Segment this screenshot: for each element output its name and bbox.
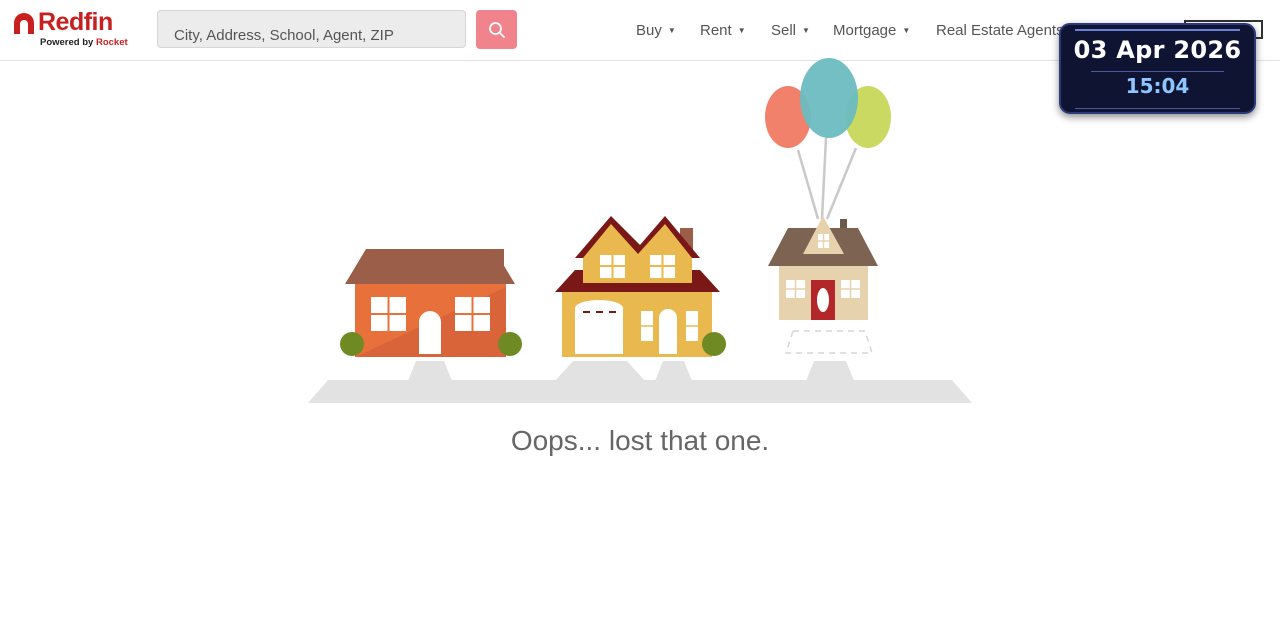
nav-buy-label: Buy <box>636 22 662 39</box>
search-field-container <box>157 10 466 48</box>
clock-date: 03 Apr 2026 <box>1073 36 1242 64</box>
nav-real-estate-agents[interactable]: Real Estate Agents <box>936 22 1064 39</box>
redfin-logo-mark-icon <box>14 13 34 34</box>
chevron-down-icon: ▼ <box>802 26 810 35</box>
chevron-down-icon: ▼ <box>667 26 676 35</box>
nav-rent-label: Rent <box>700 22 732 39</box>
nav-agents-label: Real Estate Agents <box>936 22 1064 39</box>
chevron-down-icon: ▼ <box>902 26 911 35</box>
lost-houses-illustration <box>308 58 972 403</box>
search-button[interactable] <box>476 10 517 49</box>
tagline-prefix: Powered by <box>40 37 94 48</box>
brand-name: Redfin <box>38 8 113 36</box>
yellow-house-illustration <box>555 216 726 357</box>
date-time-overlay: 03 Apr 2026 15:04 <box>1059 23 1256 114</box>
search-input[interactable] <box>158 11 465 47</box>
clock-bottom-rule <box>1075 108 1240 109</box>
error-message: Oops... lost that one. <box>510 425 770 456</box>
brand-tagline: Powered by Rocket <box>40 37 128 48</box>
floating-house-illustration <box>765 58 891 354</box>
nav-sell-label: Sell <box>771 22 797 39</box>
clock-time: 15:04 <box>1125 74 1190 98</box>
clock-separator <box>1091 71 1224 72</box>
clock-top-rule <box>1075 29 1240 31</box>
nav-mortgage-label: Mortgage <box>833 22 897 39</box>
orange-house-illustration <box>340 249 522 357</box>
nav-mortgage[interactable]: Mortgage ▼ <box>833 22 910 39</box>
ground-illustration <box>308 361 972 403</box>
nav-buy[interactable]: Buy ▼ <box>636 22 676 39</box>
redfin-logo[interactable]: Redfin Powered by Rocket <box>12 8 132 50</box>
tagline-brand: Rocket <box>95 37 128 48</box>
nav-sell[interactable]: Sell ▼ <box>771 22 810 39</box>
chevron-down-icon: ▼ <box>737 26 746 35</box>
nav-rent[interactable]: Rent ▼ <box>700 22 746 39</box>
search-icon <box>488 21 505 38</box>
